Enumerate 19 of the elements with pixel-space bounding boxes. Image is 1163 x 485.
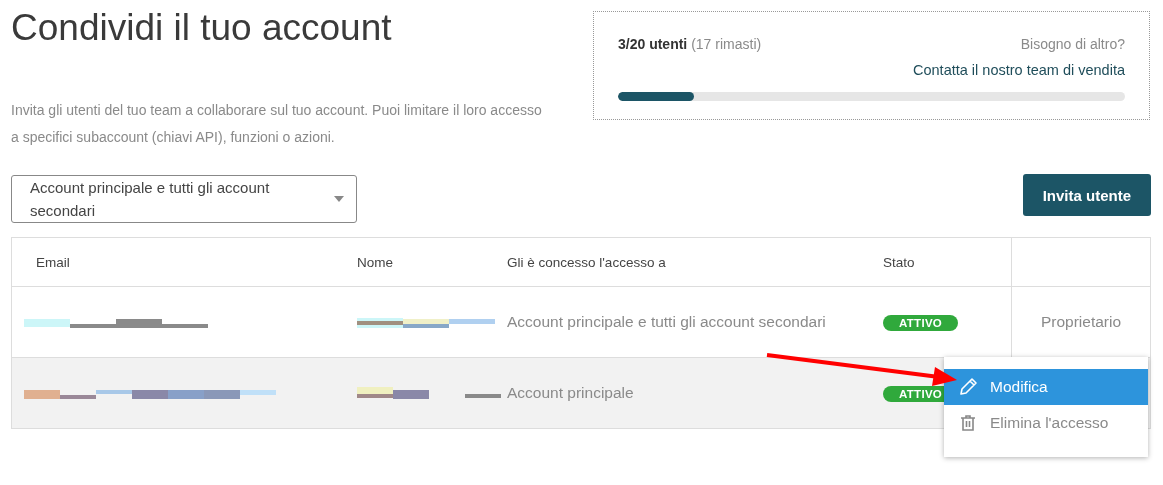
description: Invita gli utenti del tuo team a collaborare sul tuo account. Puoi limitare il loro accesso a specifici subaccount (chiavi API), funzioni o azioni. — [11, 101, 543, 147]
menu-item[interactable]: Elimina l'accesso — [944, 405, 1148, 441]
account-dropdown[interactable]: Account principale e tutti gli account secondari — [11, 175, 357, 223]
page-title: Condividi il tuo account — [11, 6, 392, 50]
sales-link[interactable]: Contatta il nostro team di vendita — [913, 56, 1125, 84]
table-cell: Account principale e tutti gli account secondari — [507, 313, 826, 330]
column-header: Stato — [883, 254, 915, 270]
role-text: Proprietario — [1040, 313, 1122, 330]
table-cell: Account principale — [507, 384, 634, 401]
help-text: Bisogno di altro? — [1020, 35, 1125, 54]
caret-icon — [334, 196, 344, 202]
pencil-icon — [958, 377, 978, 397]
invite-button[interactable]: Invita utente — [1022, 174, 1151, 216]
column-header: Email — [36, 254, 70, 270]
column-header: Nome — [357, 254, 393, 270]
trash-icon — [958, 413, 978, 433]
status-badge: ATTIVO — [883, 315, 959, 331]
user-count: 3/20 utenti (17 rimasti) — [618, 35, 762, 54]
column-header: Gli è concesso l'accesso a — [507, 254, 666, 270]
